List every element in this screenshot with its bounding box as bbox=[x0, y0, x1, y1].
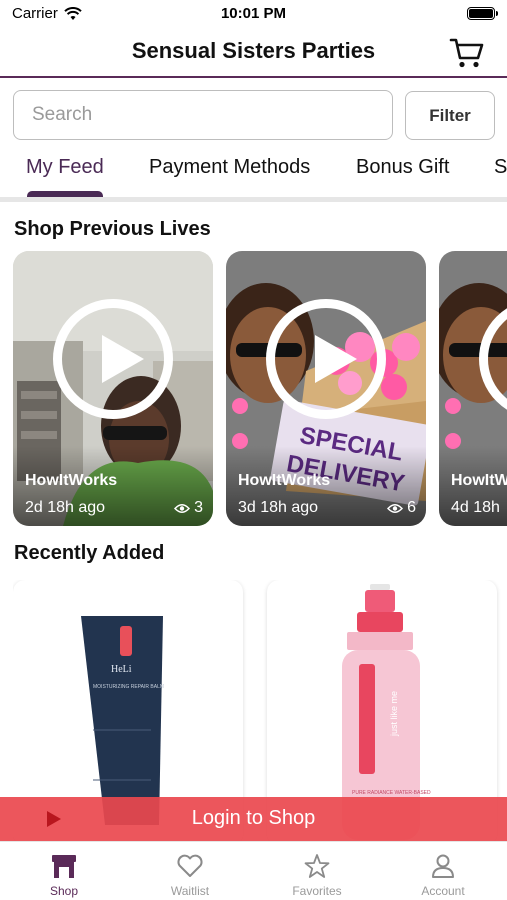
filter-button[interactable]: Filter bbox=[405, 91, 495, 140]
product-line: MOISTURIZING REPAIR BALM bbox=[93, 684, 164, 690]
view-count-value: 3 bbox=[194, 499, 203, 516]
shop-icon bbox=[52, 855, 76, 878]
live-card[interactable]: HowItWorks 2d 18h ago 3 bbox=[13, 251, 213, 526]
view-count: 6 bbox=[387, 499, 416, 517]
live-card[interactable]: HowItWorks 4d 18h bbox=[439, 251, 507, 526]
play-icon[interactable] bbox=[53, 299, 173, 419]
tab-label: Favorites bbox=[292, 884, 342, 898]
page-title: Sensual Sisters Parties bbox=[131, 38, 376, 63]
eye-icon bbox=[174, 503, 191, 513]
view-count: 3 bbox=[174, 499, 203, 517]
eye-icon bbox=[387, 503, 404, 513]
tab-waitlist[interactable]: Waitlist bbox=[140, 852, 240, 898]
live-name: HowItWorks bbox=[238, 472, 331, 489]
live-age: 4d 18h bbox=[451, 499, 500, 516]
cart-icon bbox=[449, 38, 484, 68]
cart-button[interactable] bbox=[449, 36, 485, 70]
product-brand: HeLi bbox=[111, 664, 132, 675]
heart-icon bbox=[177, 854, 203, 877]
live-card[interactable]: SPECIAL DELIVERY HowItWorks 3d 18h ago 6 bbox=[226, 251, 426, 526]
live-name: HowItWorks bbox=[25, 472, 118, 489]
search-row: Filter bbox=[13, 90, 507, 140]
tab-shop-partial[interactable]: Sh bbox=[494, 156, 507, 179]
play-icon[interactable] bbox=[266, 299, 386, 419]
login-to-shop-button[interactable]: Login to Shop bbox=[0, 797, 507, 841]
tab-bonus-gift[interactable]: Bonus Gift bbox=[356, 156, 449, 179]
category-tabs: My Feed Payment Methods Bonus Gift Sh bbox=[0, 148, 507, 200]
section-title-recently-added: Recently Added bbox=[14, 542, 165, 564]
product-line: PURE RADIANCE WATER-BASED bbox=[352, 790, 431, 796]
view-count-value: 6 bbox=[407, 499, 416, 516]
live-name: HowItWorks bbox=[451, 472, 507, 489]
status-bar: Carrier 10:01 PM bbox=[0, 0, 507, 30]
navigation-bar: Sensual Sisters Parties bbox=[0, 30, 507, 78]
battery-icon bbox=[467, 7, 498, 20]
bottom-tab-bar: Shop Waitlist Favorites Account bbox=[0, 841, 507, 900]
tab-label: Waitlist bbox=[170, 884, 210, 898]
star-icon bbox=[304, 854, 330, 878]
section-title-previous-lives: Shop Previous Lives bbox=[14, 218, 211, 240]
tab-shop[interactable]: Shop bbox=[14, 852, 114, 898]
live-age: 2d 18h ago bbox=[25, 499, 106, 516]
login-to-shop-label: Login to Shop bbox=[191, 807, 316, 829]
tab-my-feed[interactable]: My Feed bbox=[26, 156, 104, 179]
clock: 10:01 PM bbox=[220, 5, 287, 22]
tab-payment-methods[interactable]: Payment Methods bbox=[149, 156, 310, 179]
tab-label: Account bbox=[421, 884, 465, 898]
live-age: 3d 18h ago bbox=[238, 499, 319, 516]
tab-label: Shop bbox=[49, 884, 79, 898]
product-brand: just like me bbox=[389, 691, 399, 737]
tabs-divider bbox=[0, 197, 507, 202]
account-icon bbox=[432, 854, 454, 878]
tab-account[interactable]: Account bbox=[393, 852, 493, 898]
search-input[interactable] bbox=[13, 90, 393, 140]
previous-lives-carousel[interactable]: HowItWorks 2d 18h ago 3 SPECIAL DELIVERY bbox=[13, 251, 507, 526]
tab-favorites[interactable]: Favorites bbox=[267, 852, 367, 898]
